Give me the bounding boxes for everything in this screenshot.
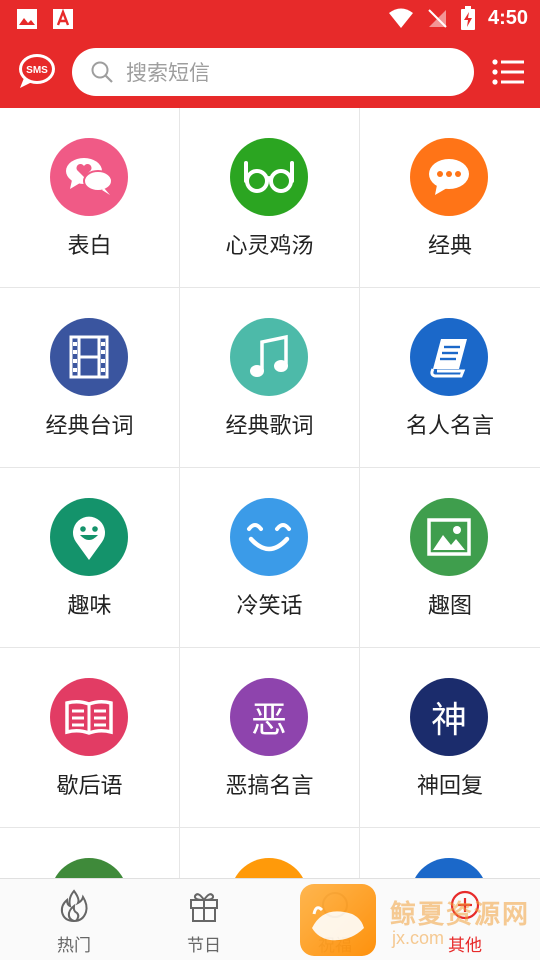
gallery-notification-icon bbox=[17, 9, 37, 29]
picture-icon bbox=[427, 518, 471, 556]
top-bar: 4:50 SMS 搜索短信 bbox=[0, 0, 540, 108]
category-fun-pics[interactable]: 趣图 bbox=[360, 468, 540, 648]
film-icon bbox=[69, 335, 109, 379]
category-lyrics[interactable]: 经典歌词 bbox=[180, 288, 360, 468]
category-label: 经典 bbox=[427, 234, 472, 259]
nav-hot[interactable]: 热门 bbox=[29, 879, 119, 960]
category-icon-circle: 恶 bbox=[230, 678, 308, 756]
category-label: 心灵鸡汤 bbox=[225, 234, 314, 259]
category-label: 恶搞名言 bbox=[225, 774, 314, 799]
category-label: 趣图 bbox=[427, 594, 472, 619]
category-icon-circle bbox=[410, 138, 488, 216]
category-label: 经典歌词 bbox=[225, 414, 314, 439]
whale-logo-icon bbox=[312, 906, 364, 941]
category-love[interactable]: 表白 bbox=[0, 108, 180, 288]
app-notification-icon bbox=[53, 8, 73, 29]
love-chat-icon bbox=[66, 158, 113, 195]
category-icon-circle bbox=[230, 318, 308, 396]
category-label: 神回复 bbox=[416, 774, 483, 799]
category-icon-circle bbox=[50, 498, 128, 576]
header-bar: SMS 搜索短信 bbox=[0, 40, 540, 104]
search-input[interactable]: 搜索短信 bbox=[72, 48, 474, 96]
music-note-icon bbox=[250, 334, 288, 377]
category-label: 名人名言 bbox=[405, 414, 494, 439]
book-icon bbox=[430, 339, 467, 378]
category-icon-circle bbox=[230, 138, 308, 216]
category-icon-circle bbox=[50, 138, 128, 216]
app-screen: 4:50 SMS 搜索短信 表白 心灵鸡汤 经典 经典台词 经典歌词 名人名言 … bbox=[0, 0, 540, 960]
category-label: 歇后语 bbox=[56, 774, 123, 799]
category-xiehouyu[interactable]: 歇后语 bbox=[0, 648, 180, 828]
category-label: 经典台词 bbox=[45, 414, 134, 439]
watermark-sub: jx.com bbox=[392, 928, 445, 948]
speech-bubble-icon bbox=[429, 159, 469, 195]
category-movie-lines[interactable]: 经典台词 bbox=[0, 288, 180, 468]
category-god-replies[interactable]: 神 神回复 bbox=[360, 648, 540, 828]
open-book-icon bbox=[65, 699, 113, 735]
glyph-e-icon: 恶 bbox=[250, 700, 287, 741]
status-bar: 4:50 bbox=[0, 0, 540, 36]
gift-icon bbox=[190, 893, 218, 922]
watermark-text: 鲸夏资源网 bbox=[390, 900, 531, 930]
category-icon-circle bbox=[410, 498, 488, 576]
category-chicken-soup[interactable]: 心灵鸡汤 bbox=[180, 108, 360, 288]
watermark-logo bbox=[300, 884, 376, 956]
smile-icon bbox=[247, 523, 291, 552]
no-signal-icon bbox=[428, 9, 447, 28]
category-label: 趣味 bbox=[67, 594, 112, 619]
category-icon-circle bbox=[50, 678, 128, 756]
search-placeholder: 搜索短信 bbox=[126, 61, 210, 85]
wifi-icon bbox=[388, 8, 413, 28]
battery-charging-icon bbox=[460, 6, 475, 30]
smile-pin-icon bbox=[73, 516, 105, 560]
status-time: 4:50 bbox=[487, 6, 528, 29]
category-label: 冷笑话 bbox=[236, 594, 303, 619]
category-icon-circle bbox=[410, 318, 488, 396]
sms-logo-icon[interactable]: SMS bbox=[16, 52, 56, 90]
nav-label: 节日 bbox=[187, 936, 221, 956]
category-classic[interactable]: 经典 bbox=[360, 108, 540, 288]
glasses-icon bbox=[244, 161, 294, 193]
glyph-shen-icon: 神 bbox=[430, 700, 467, 741]
menu-icon[interactable] bbox=[492, 58, 524, 86]
category-famous-quotes[interactable]: 名人名言 bbox=[360, 288, 540, 468]
category-grid: 表白 心灵鸡汤 经典 经典台词 经典歌词 名人名言 趣味 冷笑话 趣图 歇后语 … bbox=[0, 108, 540, 960]
logo-text: SMS bbox=[26, 65, 48, 76]
category-label: 表白 bbox=[67, 234, 112, 259]
nav-festival[interactable]: 节日 bbox=[159, 879, 249, 960]
category-icon-circle: 神 bbox=[410, 678, 488, 756]
category-spoof-quotes[interactable]: 恶 恶搞名言 bbox=[180, 648, 360, 828]
category-icon-circle bbox=[230, 498, 308, 576]
nav-label: 热门 bbox=[57, 936, 91, 956]
search-icon bbox=[91, 61, 113, 83]
category-icon-circle bbox=[50, 318, 128, 396]
flame-icon bbox=[60, 889, 88, 923]
category-fun[interactable]: 趣味 bbox=[0, 468, 180, 648]
category-cold-jokes[interactable]: 冷笑话 bbox=[180, 468, 360, 648]
